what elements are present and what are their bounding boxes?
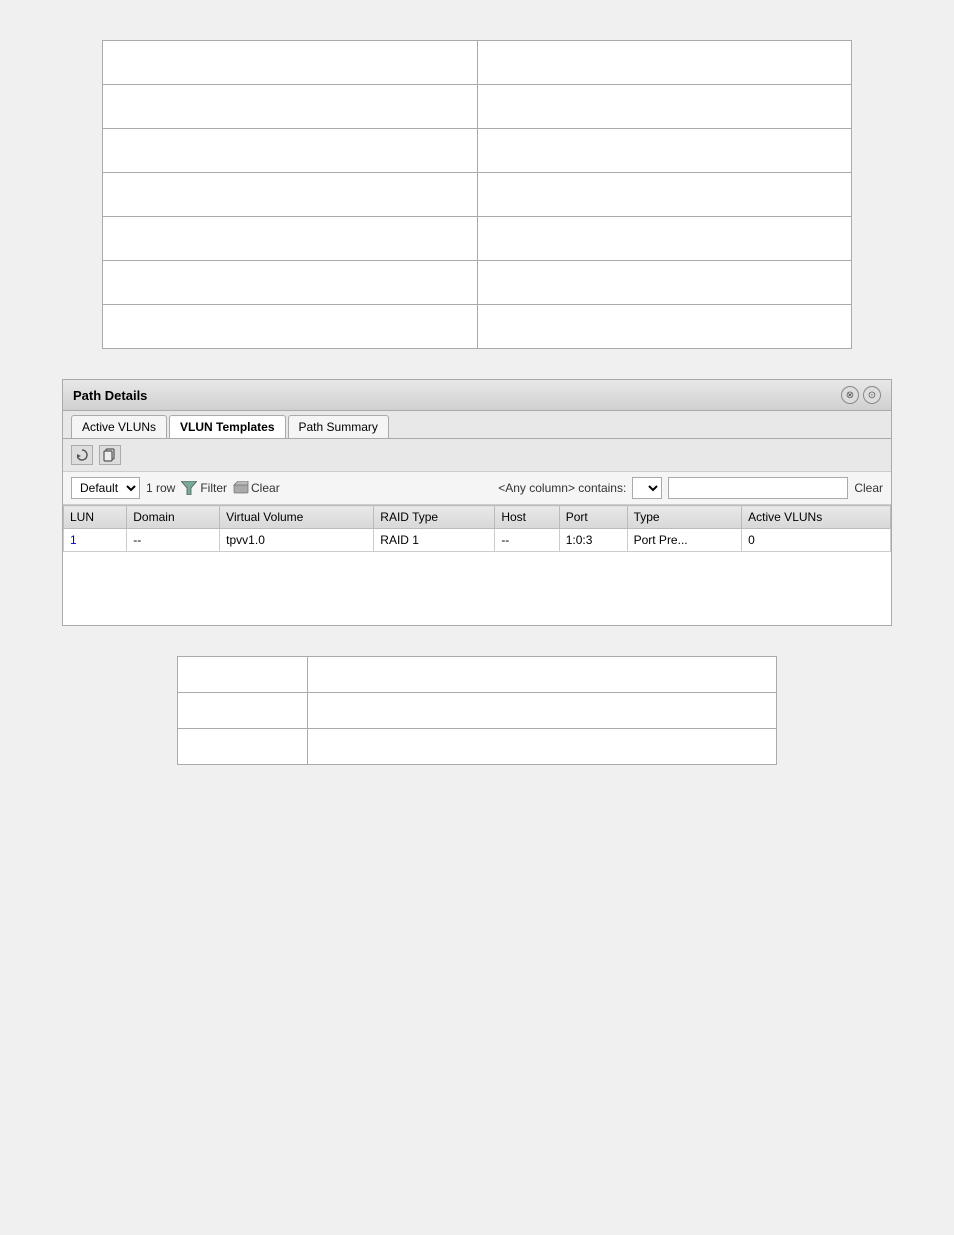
table-row [103, 85, 852, 129]
top-table [102, 40, 852, 349]
copy-button[interactable] [99, 445, 121, 465]
grid-table: LUNDomainVirtual VolumeRAID TypeHostPort… [63, 505, 891, 552]
column-header: Active VLUNs [742, 506, 891, 529]
table-row [178, 693, 777, 729]
table-cell [103, 261, 478, 305]
clear-right-button[interactable]: Clear [854, 481, 883, 495]
toolbar-row [63, 439, 891, 472]
clear-filter-label: Clear [251, 481, 280, 495]
filter-button[interactable]: Filter [181, 481, 227, 495]
column-header: Port [559, 506, 627, 529]
lun-link[interactable]: 1 [70, 533, 77, 547]
table-cell [103, 173, 478, 217]
table-cell [178, 693, 308, 729]
panel-header: Path Details ⊗ ⊙ [63, 380, 891, 411]
filter-label: Filter [200, 481, 227, 495]
column-header: Virtual Volume [220, 506, 374, 529]
column-header: Host [495, 506, 559, 529]
table-row [103, 305, 852, 349]
table-cell [477, 217, 852, 261]
clear-filter-button[interactable]: Clear [233, 481, 280, 495]
table-cell [477, 85, 852, 129]
lun-cell[interactable]: 1 [64, 529, 127, 552]
table-row [178, 729, 777, 765]
collapse-icon[interactable]: ⊗ [841, 386, 859, 404]
settings-icon[interactable]: ⊙ [863, 386, 881, 404]
type-cell: Port Pre... [627, 529, 742, 552]
tab-vlun-templates[interactable]: VLUN Templates [169, 415, 285, 438]
virtual-volume-cell: tpvv1.0 [220, 529, 374, 552]
table-row [103, 261, 852, 305]
table-cell [103, 217, 478, 261]
panel-header-icons: ⊗ ⊙ [841, 386, 881, 404]
filter-icon [181, 481, 197, 495]
table-cell [477, 129, 852, 173]
any-col-label: <Any column> contains: [498, 481, 626, 495]
table-cell [477, 41, 852, 85]
grid-body-area: LUNDomainVirtual VolumeRAID TypeHostPort… [63, 505, 891, 625]
table-cell [477, 261, 852, 305]
table-cell [103, 305, 478, 349]
table-row [178, 657, 777, 693]
table-cell [477, 305, 852, 349]
path-details-panel: Path Details ⊗ ⊙ Active VLUNsVLUN Templa… [62, 379, 892, 626]
table-row [103, 217, 852, 261]
column-header: LUN [64, 506, 127, 529]
filter-row: Default 1 row Filter Clear <Any column> … [63, 472, 891, 505]
refresh-button[interactable] [71, 445, 93, 465]
copy-icon [103, 448, 117, 462]
port-cell: 1:0:3 [559, 529, 627, 552]
eraser-icon [233, 481, 249, 495]
table-cell [307, 729, 776, 765]
table-cell [178, 657, 308, 693]
filter-text-input[interactable] [668, 477, 848, 499]
table-row [103, 41, 852, 85]
table-cell [178, 729, 308, 765]
table-row: 1--tpvv1.0RAID 1--1:0:3Port Pre...0 [64, 529, 891, 552]
table-cell [103, 41, 478, 85]
view-select[interactable]: Default [71, 477, 140, 499]
row-count-label: 1 row [146, 481, 175, 495]
column-header: Domain [127, 506, 220, 529]
host-cell: -- [495, 529, 559, 552]
table-row [103, 129, 852, 173]
tab-path-summary[interactable]: Path Summary [288, 415, 389, 438]
active-vluns-cell: 0 [742, 529, 891, 552]
tab-active-vluns[interactable]: Active VLUNs [71, 415, 167, 438]
table-cell [103, 129, 478, 173]
any-col-select[interactable] [632, 477, 662, 499]
table-cell [477, 173, 852, 217]
column-header: Type [627, 506, 742, 529]
table-cell [307, 657, 776, 693]
panel-title: Path Details [73, 388, 147, 403]
bottom-table [177, 656, 777, 765]
table-row [103, 173, 852, 217]
raid-type-cell: RAID 1 [374, 529, 495, 552]
refresh-icon [75, 448, 89, 462]
domain-cell: -- [127, 529, 220, 552]
tabs-row: Active VLUNsVLUN TemplatesPath Summary [63, 411, 891, 439]
column-header: RAID Type [374, 506, 495, 529]
table-cell [307, 693, 776, 729]
table-cell [103, 85, 478, 129]
